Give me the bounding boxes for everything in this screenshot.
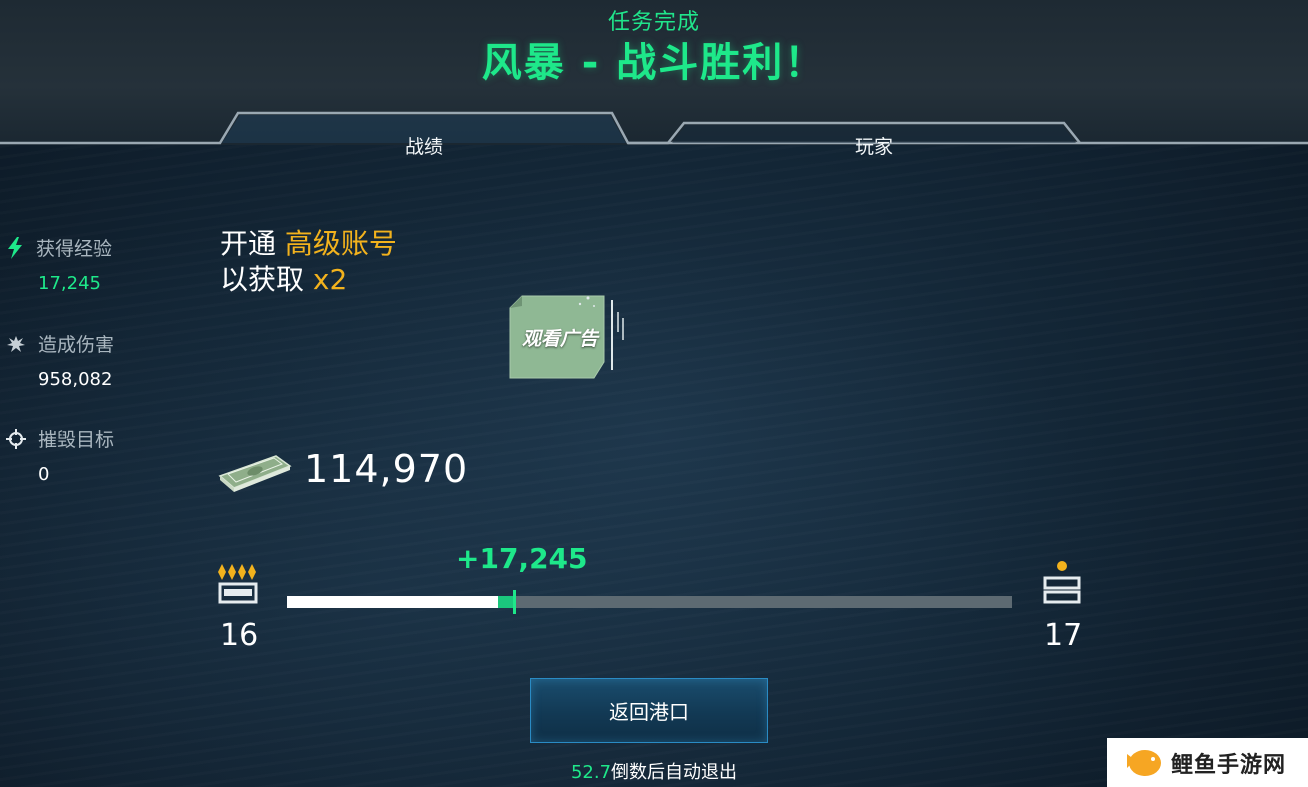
watermark-text: 鲤鱼手游网 [1171, 752, 1287, 778]
explosion-icon [7, 335, 25, 352]
xp-progress-previous [287, 596, 498, 608]
return-to-port-button[interactable]: 返回港口 [530, 678, 768, 743]
rank-insignia-icon [218, 564, 258, 604]
stat-experience: 获得经验 17,245 [6, 234, 186, 294]
stat-damage-label: 造成伤害 [38, 334, 115, 356]
promo-line2-prefix: 以获取 [220, 263, 313, 296]
xp-progress-marker [513, 590, 516, 614]
lightning-icon [8, 236, 22, 259]
money-stack-icon [218, 455, 292, 492]
watch-ad-label[interactable]: 观看广告 [514, 324, 606, 351]
xp-progress-bar [287, 590, 1012, 614]
next-level: 17 [1044, 618, 1083, 653]
premium-account-link[interactable]: 高级账号 [285, 227, 397, 260]
premium-promo-line1: 开通 高级账号 [220, 222, 397, 262]
next-rank-insignia-icon [1043, 561, 1081, 604]
current-level: 16 [220, 618, 259, 653]
stat-experience-label: 获得经验 [36, 238, 113, 260]
reward-amount: 114,970 [304, 447, 469, 491]
promo-multiplier: x2 [312, 263, 348, 296]
xp-gain-label: +17,245 [456, 542, 588, 575]
tab-players[interactable]: 玩家 [855, 132, 893, 159]
stat-destroyed-label: 摧毁目标 [38, 429, 115, 451]
crosshair-icon [6, 428, 26, 449]
stat-damage: 造成伤害 958,082 [6, 330, 186, 390]
battle-result-title: 风暴 - 战斗胜利！ [481, 40, 827, 86]
tab-stats[interactable]: 战绩 [405, 132, 443, 159]
premium-promo-line2: 以获取 x2 [220, 258, 347, 298]
stat-damage-value: 958,082 [38, 369, 113, 390]
fish-logo-icon [1127, 749, 1161, 776]
countdown-text: 倒数后自动退出 [611, 762, 738, 783]
stat-destroyed: 摧毁目标 0 [6, 425, 186, 485]
promo-prefix: 开通 [220, 227, 285, 260]
tab-bar [0, 111, 1308, 145]
stat-destroyed-value: 0 [38, 464, 50, 485]
return-to-port-label: 返回港口 [609, 700, 689, 724]
watermark-logo: 鲤鱼手游网 [1107, 738, 1308, 787]
countdown-seconds: 52.7 [570, 762, 612, 783]
stat-experience-value: 17,245 [38, 273, 101, 294]
xp-progress-gain [498, 596, 514, 608]
